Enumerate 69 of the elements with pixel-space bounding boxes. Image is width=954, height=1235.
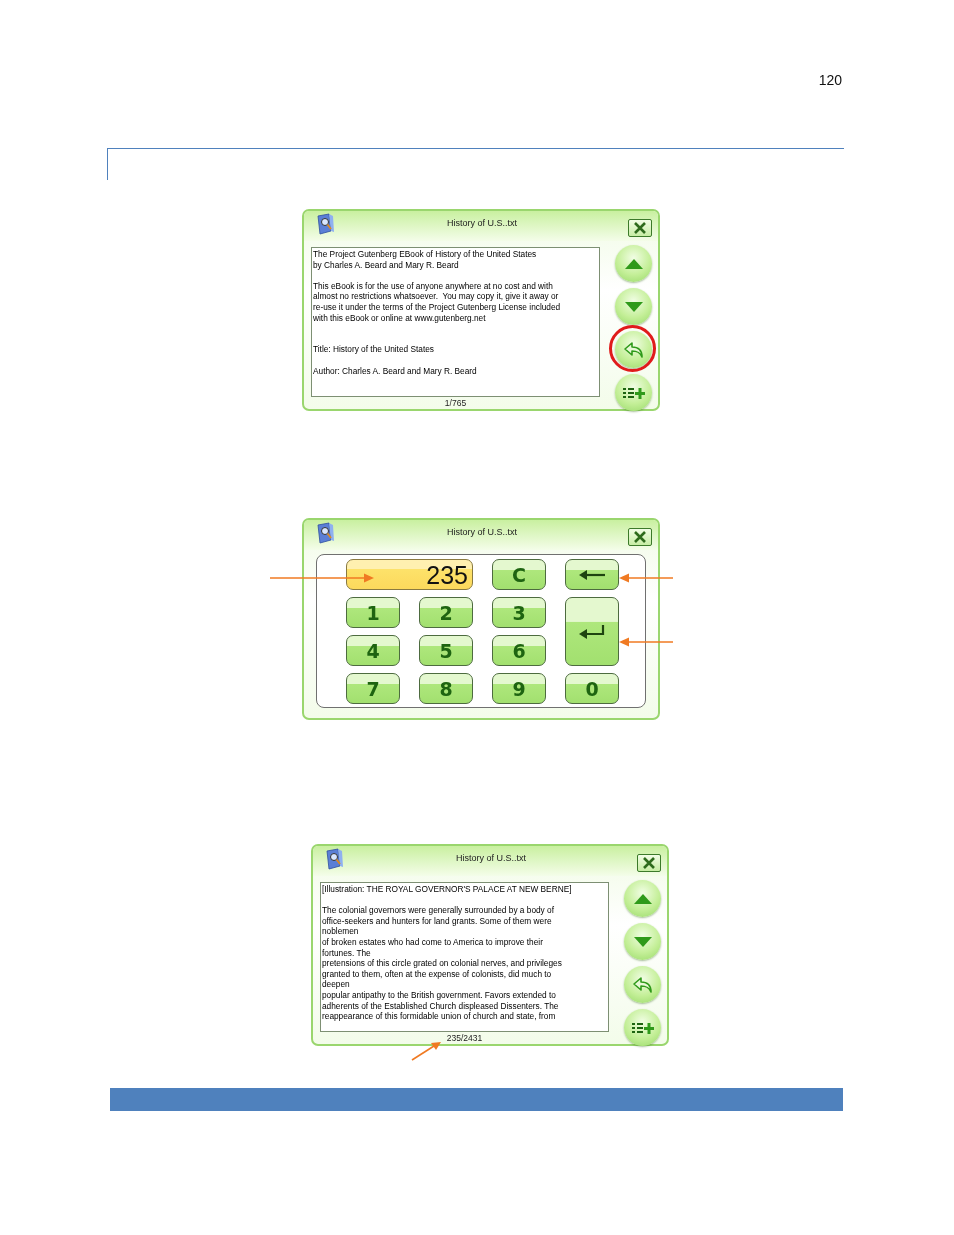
- book-icon: [316, 213, 336, 235]
- back-arrow-icon: [631, 975, 654, 994]
- keypad-key[interactable]: 8: [419, 673, 473, 704]
- book-icon: [325, 848, 345, 870]
- close-button[interactable]: [637, 854, 661, 872]
- keypad-key[interactable]: 6: [492, 635, 546, 666]
- list-plus-icon: [621, 385, 646, 400]
- text-line: adherents of the Established Church displeased Dissenters. The: [322, 1000, 560, 1012]
- up-triangle-icon: [623, 257, 644, 270]
- scroll-up-button[interactable]: [615, 245, 652, 282]
- bookmark-add-button[interactable]: [615, 374, 652, 411]
- page-number: 120: [818, 72, 842, 88]
- text-line: pretensions of this circle grated on colonial nerves, and privileges: [322, 958, 563, 969]
- keypad-key[interactable]: 0: [565, 673, 619, 704]
- text-line: Author: Charles A. Beard and Mary R. Beard: [313, 364, 478, 377]
- close-button[interactable]: [628, 528, 652, 546]
- page-indicator: 1/765: [444, 398, 467, 408]
- text-line: almost no restrictions whatsoever. You may copy it, give it away or: [313, 291, 560, 302]
- text-line: The Project Gutenberg EBook of History of the United States: [313, 249, 538, 260]
- enter-arrow-icon: [579, 624, 605, 639]
- down-triangle-icon: [623, 300, 644, 313]
- down-triangle-icon: [632, 935, 653, 948]
- keypad-key[interactable]: 3: [492, 597, 546, 628]
- text-line: granted to them, often at the expense of colonists, did much to: [322, 968, 553, 980]
- keypad-key[interactable]: 1: [346, 597, 400, 628]
- text-line: [Illustration: THE ROYAL GOVERNOR'S PALACE AT NEW BERNE]: [322, 884, 573, 895]
- close-icon: [633, 222, 647, 234]
- text-line: office-seekers and hunters for land grants. Some of them were: [322, 915, 553, 927]
- backspace-arrow-icon: [579, 569, 605, 580]
- back-button[interactable]: [624, 966, 661, 1003]
- window-title: History of U.S..txt: [446, 526, 518, 537]
- list-plus-icon: [630, 1020, 655, 1035]
- page-indicator: 235/2431: [446, 1033, 483, 1043]
- page-number-field[interactable]: 235: [346, 559, 473, 590]
- text-line: This eBook is for the use of anyone anywhere at no cost and with: [313, 279, 554, 292]
- text-line: Title: History of the United States: [313, 343, 435, 355]
- close-button[interactable]: [628, 219, 652, 237]
- text-line: The colonial governors were generally surrounded by a body of: [322, 904, 555, 916]
- bookmark-add-button[interactable]: [624, 1009, 661, 1046]
- text-line: of broken estates who had come to America to improve their: [322, 936, 544, 948]
- keypad-key[interactable]: 9: [492, 673, 546, 704]
- backspace-key[interactable]: [565, 559, 619, 590]
- back-arrow-icon: [622, 340, 645, 359]
- keypad-key[interactable]: 4: [346, 635, 400, 666]
- callout-arrow: [619, 573, 673, 583]
- text-line: with this eBook or online at www.gutenberg.net: [313, 312, 487, 324]
- keypad-key[interactable]: 2: [419, 597, 473, 628]
- scroll-down-button[interactable]: [615, 288, 652, 325]
- scroll-down-button[interactable]: [624, 923, 661, 960]
- keypad-key[interactable]: 7: [346, 673, 400, 704]
- text-line: deepen: [322, 979, 351, 990]
- callout-arrow: [619, 637, 673, 647]
- close-icon: [642, 857, 656, 869]
- up-triangle-icon: [632, 892, 653, 905]
- window-title: History of U.S..txt: [446, 217, 518, 228]
- close-icon: [633, 531, 647, 543]
- text-line: re-use it under the terms of the Project Gutenberg License included: [313, 301, 562, 313]
- keypad-key[interactable]: 5: [419, 635, 473, 666]
- text-line: reappearance of this formidable union of church and state, from: [322, 1011, 557, 1022]
- book-icon: [316, 522, 336, 544]
- text-line: by Charles A. Beard and Mary R. Beard: [313, 259, 460, 271]
- scroll-up-button[interactable]: [624, 880, 661, 917]
- text-line: popular antipathy to the British government. Favors extended to: [322, 989, 557, 1001]
- back-button[interactable]: [615, 331, 652, 368]
- window-title: History of U.S..txt: [455, 852, 527, 863]
- text-line: fortunes. The: [322, 947, 372, 959]
- text-line: noblemen: [322, 926, 360, 937]
- keypad-key[interactable]: C: [492, 559, 546, 590]
- enter-key[interactable]: [565, 597, 619, 666]
